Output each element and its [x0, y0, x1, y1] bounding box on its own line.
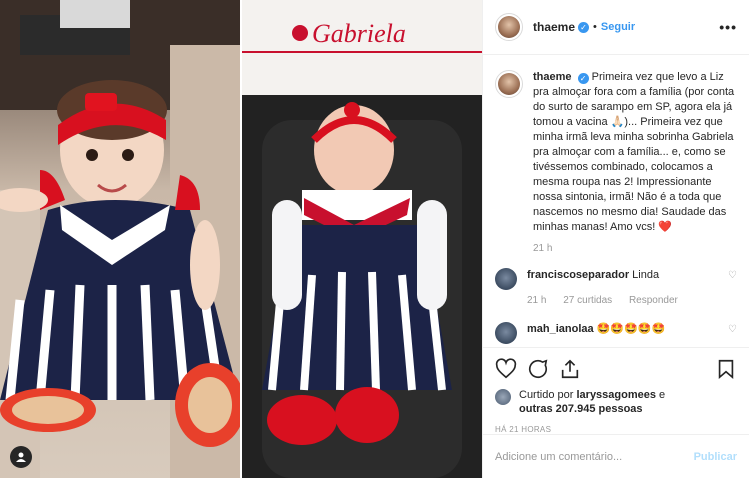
caption-time[interactable]: 21 h [533, 243, 738, 254]
verified-icon: ✓ [578, 21, 590, 33]
post-actions: Curtido por laryssagomees e outras 207.9… [483, 347, 749, 434]
likes-prefix: Curtido por [519, 389, 574, 401]
comment-text: Linda [632, 269, 660, 281]
caption-text: thaeme ✓ Primeira vez que levo a Liz pra… [533, 70, 738, 235]
author-avatar[interactable] [495, 13, 523, 41]
comments-list[interactable]: thaeme ✓ Primeira vez que levo a Liz pra… [483, 56, 749, 346]
comment-username[interactable]: franciscoseparador [527, 269, 629, 281]
verified-icon: ✓ [577, 73, 589, 84]
share-icon[interactable] [559, 358, 581, 380]
reply-button[interactable]: Responder [629, 295, 678, 306]
author-username[interactable]: thaeme [533, 20, 575, 34]
more-options-icon[interactable]: ••• [719, 19, 737, 35]
comment-avatar[interactable] [495, 322, 517, 344]
caption-body: Primeira vez que levo a Liz pra almoçar … [533, 71, 735, 233]
post-timestamp[interactable]: HÁ 21 HORAS [495, 425, 737, 434]
likes-count-link[interactable]: outras 207.945 pessoas [519, 403, 643, 415]
follow-button[interactable]: Seguir [601, 21, 635, 33]
post-header: thaeme ✓ • Seguir ••• [483, 0, 749, 55]
liker-avatar[interactable] [495, 389, 511, 405]
comment-username[interactable]: mah_ianolaa [527, 323, 594, 335]
comment-likes[interactable]: 27 curtidas [563, 295, 612, 306]
comment-like-heart-icon[interactable]: ♡ [728, 324, 737, 344]
photo-baby-gabriela: Gabriela [242, 0, 482, 478]
caption-avatar[interactable] [495, 70, 523, 98]
comment-time[interactable]: 21 h [527, 295, 546, 306]
liker-username[interactable]: laryssagomees [576, 389, 656, 401]
bookmark-icon[interactable] [715, 358, 737, 380]
publish-button[interactable]: Publicar [694, 451, 737, 463]
user-tag-icon[interactable] [10, 446, 32, 468]
comment-like-heart-icon[interactable]: ♡ [728, 270, 737, 308]
likes-summary: Curtido por laryssagomees e outras 207.9… [495, 388, 737, 416]
comment-icon[interactable] [527, 358, 549, 380]
post-side-panel: thaeme ✓ • Seguir ••• thaeme ✓ Primeira … [482, 0, 749, 478]
heart-icon[interactable] [495, 358, 517, 380]
comment-input[interactable] [495, 450, 694, 463]
embroidery-text: Gabriela [312, 19, 406, 48]
header-separator: • [593, 21, 597, 33]
comment-item: franciscoseparador Linda 21 h 27 curtida… [495, 268, 737, 308]
post-photo[interactable]: Gabriela [0, 0, 482, 478]
caption-username[interactable]: thaeme [533, 71, 572, 83]
comment-item: mah_ianolaa 🤩🤩🤩🤩🤩 ♡ [495, 322, 737, 344]
likes-connector: e [659, 389, 666, 401]
add-comment-bar: Publicar [483, 434, 749, 478]
instagram-post-modal: Gabriela thaeme ✓ • Seguir ••• thaeme ✓ … [0, 0, 749, 478]
comment-text: 🤩🤩🤩🤩🤩 [596, 323, 666, 335]
comment-avatar[interactable] [495, 268, 517, 290]
photo-baby-liz [0, 0, 242, 478]
post-caption: thaeme ✓ Primeira vez que levo a Liz pra… [495, 70, 737, 254]
